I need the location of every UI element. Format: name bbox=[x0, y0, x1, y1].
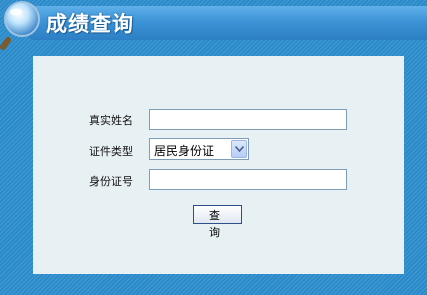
query-panel: 真实姓名 证件类型 居民身份证 身份证号 查 询 bbox=[33, 56, 404, 274]
id-type-selected: 居民身份证 bbox=[154, 144, 215, 158]
page-title: 成绩查询 bbox=[46, 12, 134, 36]
header: 成绩查询 bbox=[0, 0, 427, 50]
name-input[interactable] bbox=[149, 109, 347, 130]
chevron-down-icon[interactable] bbox=[231, 140, 247, 158]
name-label: 真实姓名 bbox=[89, 114, 133, 127]
id-number-label: 身份证号 bbox=[89, 175, 133, 188]
magnifier-icon bbox=[0, 0, 50, 50]
id-number-input[interactable] bbox=[149, 169, 347, 190]
id-type-select[interactable]: 居民身份证 bbox=[149, 138, 249, 160]
query-button[interactable]: 查 询 bbox=[193, 205, 242, 239]
id-type-label: 证件类型 bbox=[89, 145, 133, 158]
